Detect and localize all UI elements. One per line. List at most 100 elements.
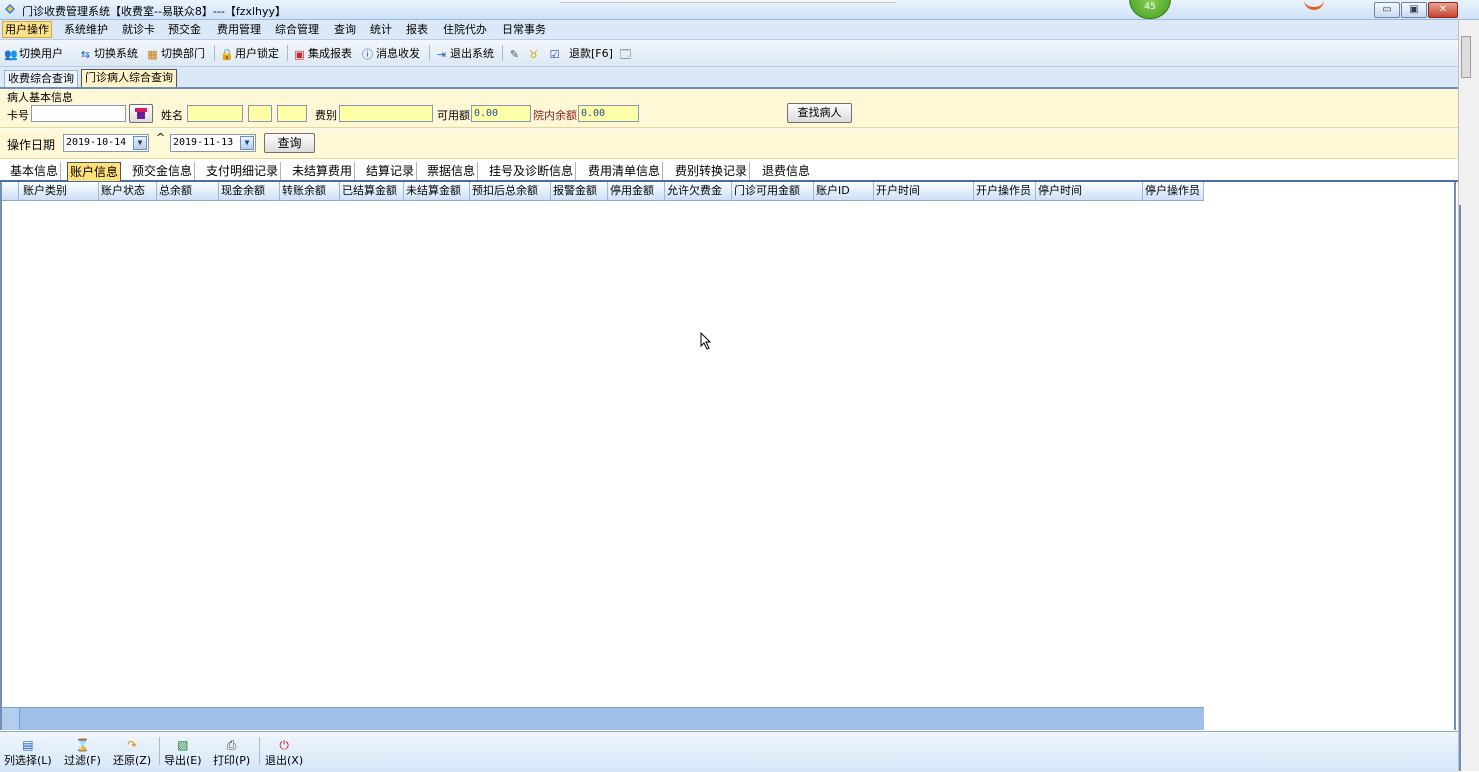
exit-system-label: 退出系统	[450, 47, 494, 60]
minimize-button[interactable]: ▭	[1374, 2, 1400, 18]
card-number-input[interactable]	[31, 105, 126, 122]
exit-system-button[interactable]: ⇥ 退出系统	[435, 46, 494, 62]
tab-account-info[interactable]: 账户信息	[67, 162, 122, 181]
menu-card[interactable]: 就诊卡	[120, 22, 157, 37]
gender-input[interactable]	[248, 105, 272, 122]
menu-system[interactable]: 系统维护	[62, 22, 110, 37]
tab-fee-type-change[interactable]: 费别转换记录	[673, 162, 751, 180]
from-date-picker[interactable]: 2019-10-14 ▼	[63, 134, 149, 152]
system-icon: ⇆	[80, 47, 91, 61]
menu-inpatient[interactable]: 住院代办	[441, 22, 489, 37]
query-button[interactable]: 查询	[264, 133, 315, 153]
col-close-operator[interactable]: 停户操作员	[1143, 182, 1204, 200]
col-close-time[interactable]: 停户时间	[1036, 182, 1143, 200]
filter-button[interactable]: ⌛ 过滤(F)	[64, 734, 101, 768]
tab-receipt-info[interactable]: 票据信息	[425, 162, 479, 180]
filter-label: 过滤(F)	[64, 754, 101, 767]
read-card-button[interactable]	[129, 104, 153, 123]
tab-basic-info[interactable]: 基本信息	[8, 162, 62, 180]
column-select-button[interactable]: ▤ 列选择(L)	[4, 734, 52, 768]
col-cash-balance[interactable]: 现金余额	[219, 182, 280, 200]
export-button[interactable]: ▧ 导出(E)	[164, 734, 202, 768]
chevron-down-icon[interactable]: ▼	[133, 136, 147, 150]
integrated-report-button[interactable]: ▣ 集成报表	[293, 46, 352, 62]
undo-arrow-icon: ↷	[127, 738, 138, 752]
col-open-time[interactable]: 开户时间	[874, 182, 974, 200]
restore-button-bottom[interactable]: ↷ 还原(Z)	[113, 734, 151, 768]
col-total-balance[interactable]: 总余额	[157, 182, 219, 200]
tab-patient-query[interactable]: 门诊病人综合查询	[81, 69, 177, 87]
bottom-separator	[259, 737, 260, 765]
card-label: 卡号	[7, 109, 29, 122]
tab-payment-details[interactable]: 支付明细记录	[204, 162, 282, 180]
col-account-id[interactable]: 账户ID	[814, 182, 874, 200]
app-icon	[5, 4, 15, 14]
message-button[interactable]: ⓘ 消息收发	[361, 46, 420, 62]
query-row: 操作日期 2019-10-14 ▼ ^ 2019-11-13 ▼ 查询	[0, 129, 1458, 159]
menu-prepay[interactable]: 预交金	[166, 22, 203, 37]
col-outpatient-available[interactable]: 门诊可用金额	[732, 182, 814, 200]
to-date-picker[interactable]: 2019-11-13 ▼	[170, 134, 256, 152]
tab-registration-diagnosis[interactable]: 挂号及诊断信息	[487, 162, 577, 180]
find-patient-button[interactable]: 查找病人	[787, 103, 852, 123]
switch-system-button[interactable]: ⇆ 切换系统	[79, 46, 138, 62]
restore-label: 还原(Z)	[113, 754, 152, 767]
hourglass-icon: ⌛	[74, 738, 90, 752]
age-input[interactable]	[277, 105, 307, 122]
col-unsettled-amount[interactable]: 未结算金额	[404, 182, 470, 200]
tab-refund-info[interactable]: 退费信息	[760, 162, 812, 180]
fee-type-label: 费别	[315, 109, 337, 122]
chevron-down-icon[interactable]: ▼	[240, 136, 254, 150]
menu-daily[interactable]: 日常事务	[500, 22, 548, 37]
col-open-operator[interactable]: 开户操作员	[974, 182, 1036, 200]
window-button[interactable]: 🗔	[619, 46, 632, 62]
account-grid[interactable]	[0, 182, 1456, 730]
col-account-status[interactable]: 账户状态	[99, 182, 157, 200]
menu-fees[interactable]: 费用管理	[215, 22, 263, 37]
tab-fee-query[interactable]: 收费综合查询	[4, 70, 78, 87]
restore-button[interactable]: ▣	[1401, 2, 1427, 18]
close-button[interactable]: ✕	[1428, 2, 1458, 18]
columns-icon: ▤	[22, 738, 34, 752]
name-input[interactable]	[187, 105, 243, 122]
right-scrollbar[interactable]	[1458, 20, 1479, 771]
col-prededucted-balance[interactable]: 预扣后总余额	[470, 182, 551, 200]
toolbar-separator	[214, 45, 215, 61]
export-label: 导出(E)	[164, 754, 202, 767]
switch-user-button[interactable]: 👥 切换用户	[4, 46, 63, 62]
tab-settlement-records[interactable]: 结算记录	[364, 162, 418, 180]
tab-prepay-info[interactable]: 预交金信息	[130, 162, 196, 180]
excel-export-icon: ▧	[177, 738, 189, 752]
row-selector-header[interactable]	[2, 182, 19, 200]
menu-reports[interactable]: 报表	[404, 22, 430, 37]
grid-footer	[2, 707, 1204, 730]
menu-stats[interactable]: 统计	[368, 22, 394, 37]
detail-tabs: 基本信息 账户信息 预交金信息 支付明细记录 未结算费用 结算记录 票据信息 挂…	[0, 160, 1458, 182]
tab-fee-list[interactable]: 费用清单信息	[586, 162, 664, 180]
col-transfer-balance[interactable]: 转账余额	[280, 182, 340, 200]
edit-button[interactable]: ✎	[508, 46, 521, 62]
switch-dept-button[interactable]: ▦ 切换部门	[146, 46, 205, 62]
col-disabled-amount[interactable]: 停用金额	[608, 182, 665, 200]
col-alert-amount[interactable]: 报警金额	[551, 182, 608, 200]
inhospital-balance-field: 0.00	[578, 105, 639, 122]
lock-user-button[interactable]: 🔒 用户锁定	[220, 46, 279, 62]
fee-type-input[interactable]	[339, 105, 433, 122]
col-allowed-arrears[interactable]: 允许欠费金	[665, 182, 732, 200]
refund-button[interactable]: ☑ 退款[F6]	[548, 46, 613, 62]
col-settled-amount[interactable]: 已结算金额	[340, 182, 404, 200]
menu-general[interactable]: 综合管理	[273, 22, 321, 37]
col-account-type[interactable]: 账户类别	[19, 182, 99, 200]
medal-button[interactable]: ♉	[527, 46, 540, 62]
checkbox-icon: ☑	[549, 47, 560, 61]
print-button[interactable]: ⎙ 打印(P)	[213, 734, 250, 768]
menu-user-ops[interactable]: 用户操作	[2, 21, 52, 38]
title-bar: 门诊收费管理系统【收费室--易联众8】---【fzxlhyy】	[0, 0, 1479, 20]
menu-query[interactable]: 查询	[332, 22, 358, 37]
side-border	[1459, 205, 1461, 771]
menu-bar: 用户操作 系统维护 就诊卡 预交金 费用管理 综合管理 查询 统计 报表 住院代…	[0, 20, 1458, 40]
scrollbar-thumb[interactable]	[1461, 36, 1471, 78]
report-icon: ▣	[294, 47, 305, 61]
exit-button[interactable]: ⏻ 退出(X)	[265, 734, 303, 768]
tab-unsettled-fees[interactable]: 未结算费用	[290, 162, 356, 180]
